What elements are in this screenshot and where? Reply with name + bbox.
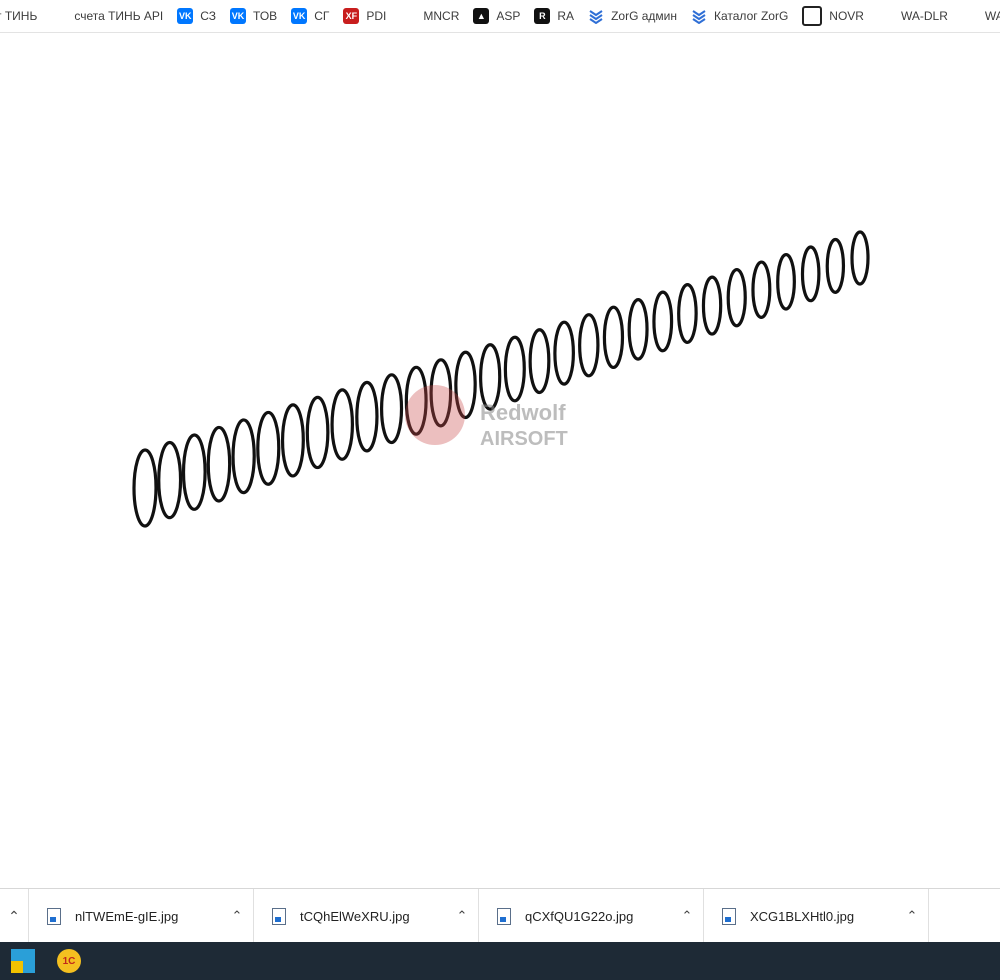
watermark-line2: AIRSOFT: [480, 428, 568, 450]
taskbar: 1С: [0, 942, 1000, 980]
spring-coil: [206, 425, 232, 503]
bookmark-label: PDI: [366, 9, 387, 23]
vk-icon: VK: [177, 8, 194, 24]
bookmark-label: WA-DLR: [900, 9, 948, 23]
spring-coil: [305, 395, 330, 470]
zorg-icon: [588, 8, 605, 24]
spring-coil: [231, 418, 256, 495]
bookmark-sg[interactable]: VK СГ: [284, 0, 336, 32]
download-filename: XCG1BLXHtl0.jpg: [750, 908, 855, 924]
spring-coil: [751, 260, 772, 319]
bookmark-label: NOVR: [829, 9, 864, 23]
chevron-up-icon[interactable]: ⌃: [896, 908, 928, 924]
download-item[interactable]: tCQhElWeXRU.jpg ⌃: [254, 889, 479, 943]
zorg-icon: [691, 8, 707, 24]
redwolf-watermark: Redwolf AIRSOFT: [405, 385, 568, 450]
bookmark-asp[interactable]: ▲ ASP: [466, 0, 527, 32]
gear-badge-icon: ⚙: [51, 8, 68, 24]
bookmark-label: ТОВ: [253, 9, 278, 23]
bookmark-mncr[interactable]: ◢ MNCR: [393, 0, 466, 32]
bookmark-label: Каталог ZorG: [714, 9, 789, 23]
taskbar-app-icon[interactable]: [0, 942, 46, 980]
bookmark-label: MNCR: [423, 9, 460, 23]
spring-coil: [776, 252, 796, 311]
vk-icon: VK: [291, 8, 308, 24]
spring-coil: [355, 380, 379, 453]
pdi-icon: XF: [343, 8, 360, 24]
spring-coil: [627, 298, 649, 361]
spring-coil: [578, 313, 600, 378]
bookmark-label: RA: [557, 9, 575, 23]
novr-icon: +: [802, 6, 823, 26]
spring-coil: [850, 230, 870, 286]
taskbar-app-1c[interactable]: 1С: [46, 942, 92, 980]
bookmark-scheta-tin-api[interactable]: ⚙ счета ТИНЬ API: [44, 0, 170, 32]
bookmark-zorg-admin[interactable]: ZorG админ: [581, 0, 684, 32]
spring-coil: [157, 440, 183, 520]
vk-icon: VK: [230, 8, 247, 24]
1c-app-icon: 1С: [57, 949, 81, 973]
bookmark-novr[interactable]: + NOVR: [795, 0, 871, 32]
download-item[interactable]: nlTWEmE-gIE.jpg ⌃: [29, 889, 254, 943]
image-file-icon: [722, 907, 736, 925]
bookmark-sz[interactable]: VK СЗ: [170, 0, 223, 32]
bookmark-label: СЗ: [200, 9, 217, 23]
wa-icon: ✦: [877, 8, 894, 24]
chevron-up-icon[interactable]: ⌃: [221, 908, 253, 924]
bookmark-t-tin[interactable]: т ТИНЬ: [0, 0, 44, 32]
bookmark-ra[interactable]: R RA: [527, 0, 581, 32]
spring-coil: [726, 267, 747, 328]
download-filename: nlTWEmE-gIE.jpg: [75, 908, 179, 924]
ra-icon: R: [534, 8, 551, 24]
spring-coil: [379, 373, 404, 445]
bookmark-wa-di[interactable]: ✦ WA DI: [955, 0, 1000, 32]
bookmark-label: ASP: [496, 9, 521, 23]
spring-coil: [825, 237, 846, 294]
bookmark-label: WA DI: [984, 9, 1000, 23]
spring-coil: [256, 410, 281, 486]
spring-coil: [677, 283, 698, 345]
bookmark-tov[interactable]: VK ТОВ: [223, 0, 284, 32]
downloads-shelf: ⌃ nlTWEmE-gIE.jpg ⌃ tCQhElWeXRU.jpg ⌃ qC…: [0, 888, 1000, 943]
image-viewer: Redwolf AIRSOFT: [0, 33, 1000, 888]
bookmarks-bar: т ТИНЬ ⚙ счета ТИНЬ API VK СЗ VK ТОВ VK …: [0, 0, 1000, 33]
mncr-icon: ◢: [400, 8, 417, 24]
previous-download-chevron-icon[interactable]: ⌃: [0, 889, 29, 943]
chevron-up-icon[interactable]: ⌃: [446, 908, 478, 924]
asp-icon: ▲: [473, 8, 490, 24]
app-icon: [11, 949, 35, 973]
bookmark-katalog-zorg[interactable]: Каталог ZorG: [684, 0, 795, 32]
spring-coil: [181, 433, 207, 511]
spring-coil: [132, 448, 158, 528]
bookmark-pdi[interactable]: XF PDI: [336, 0, 393, 32]
bookmark-label: СГ: [314, 9, 330, 23]
spring-coil: [602, 305, 625, 370]
spring-coil: [701, 275, 723, 336]
watermark-line1: Redwolf: [480, 400, 566, 425]
spring-coil: [652, 290, 674, 353]
image-file-icon: [47, 907, 61, 925]
spring-coil: [800, 245, 821, 303]
image-file-icon: [497, 907, 511, 925]
spring-coil: [330, 388, 355, 461]
download-item[interactable]: qCXfQU1G22o.jpg ⌃: [479, 889, 704, 943]
download-filename: tCQhElWeXRU.jpg: [300, 908, 410, 924]
spring-coil: [280, 403, 305, 478]
download-item[interactable]: XCG1BLXHtl0.jpg ⌃: [704, 889, 929, 943]
bookmark-label: счета ТИНЬ API: [74, 9, 164, 23]
bookmark-wa-dlr[interactable]: ✦ WA-DLR: [871, 0, 955, 32]
bookmark-label: ZorG админ: [611, 9, 677, 23]
chevron-up-icon[interactable]: ⌃: [671, 908, 703, 924]
image-file-icon: [272, 907, 286, 925]
bookmark-label: т ТИНЬ: [0, 9, 38, 23]
download-filename: qCXfQU1G22o.jpg: [525, 908, 634, 924]
wa-icon: ✦: [961, 8, 978, 24]
